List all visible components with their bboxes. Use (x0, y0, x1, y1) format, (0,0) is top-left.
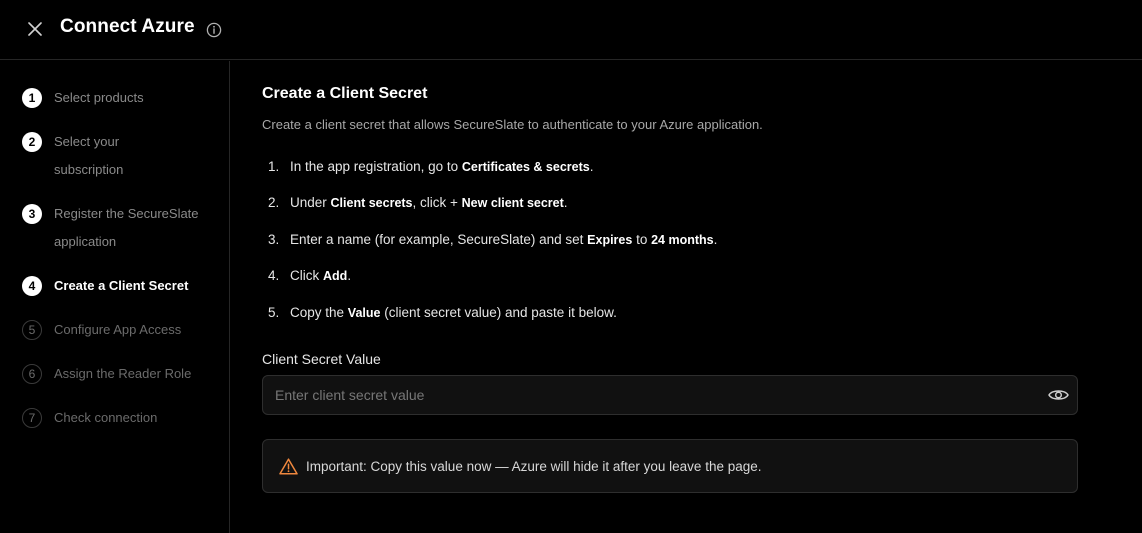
text-bold: 24 months (651, 233, 714, 247)
toggle-visibility-button[interactable] (1047, 385, 1069, 405)
text-bold: Client secrets (330, 196, 413, 210)
step-label: Configure App Access (54, 322, 182, 337)
list-text: Copy the Value (client secret value) and… (290, 305, 617, 320)
list-number: 2. (268, 195, 280, 210)
text-run: Enter a name (for example, SecureSlate) … (290, 232, 588, 247)
step-number: 3 (22, 204, 42, 224)
eye-icon (1047, 390, 1069, 400)
list-text: Enter a name (for example, SecureSlate) … (290, 232, 717, 247)
section-description: Create a client secret that allows Secur… (262, 117, 763, 132)
list-number: 1. (268, 159, 280, 174)
step-label: Select products (54, 90, 144, 105)
list-number: 3. (268, 232, 280, 247)
text-run: . (589, 159, 594, 174)
text-run: Click (290, 268, 323, 283)
text-run: to (632, 232, 652, 247)
text-bold: Certificates & secrets (461, 160, 590, 174)
text-run: In the app registration, go to (290, 159, 462, 174)
text-bold: New client secret (461, 196, 564, 210)
section-title: Create a Client Secret (262, 85, 428, 102)
step-label: Create a Client Secret (54, 278, 189, 293)
step-label: Register the SecureSlate application (54, 206, 199, 249)
text-run: . (563, 195, 568, 210)
alert-text: Important: Copy this value now — Azure w… (306, 459, 762, 474)
step-label: Check connection (54, 410, 158, 425)
text-bold: Value (347, 306, 381, 320)
stepper-sidebar: 1 Select products 2 Select your subscrip… (0, 61, 230, 533)
page-title: Connect Azure (60, 16, 195, 37)
text-run: Copy the (290, 305, 348, 320)
text-run: Under (290, 195, 331, 210)
step-label: Select your subscription (54, 134, 124, 177)
text-run: , click + (412, 195, 462, 210)
step-label: Assign the Reader Role (54, 366, 192, 381)
text-bold: Add (323, 269, 348, 283)
text-bold: Expires (587, 233, 633, 247)
warning-icon (279, 458, 298, 475)
step-number: 6 (22, 364, 42, 384)
text-run: (client secret value) and paste it below… (380, 305, 617, 320)
dialog-header: Connect Azure (0, 0, 1142, 60)
info-icon[interactable] (205, 21, 222, 38)
step-number: 1 (22, 88, 42, 108)
step-number: 2 (22, 132, 42, 152)
step-number: 5 (22, 320, 42, 340)
list-number: 4. (268, 268, 280, 283)
list-text: In the app registration, go to Certifica… (290, 159, 594, 174)
step-number: 7 (22, 408, 42, 428)
text-run: . (713, 232, 718, 247)
client-secret-input[interactable] (275, 376, 1035, 414)
warning-alert: Important: Copy this value now — Azure w… (262, 439, 1078, 493)
list-text: Click Add. (290, 268, 351, 283)
close-button[interactable] (24, 18, 46, 40)
close-icon (28, 22, 42, 36)
text-run: . (347, 268, 352, 283)
list-number: 5. (268, 305, 280, 320)
client-secret-field-wrapper (262, 375, 1078, 415)
list-text: Under Client secrets, click + New client… (290, 195, 568, 210)
step-number: 4 (22, 276, 42, 296)
client-secret-label: Client Secret Value (262, 351, 381, 367)
